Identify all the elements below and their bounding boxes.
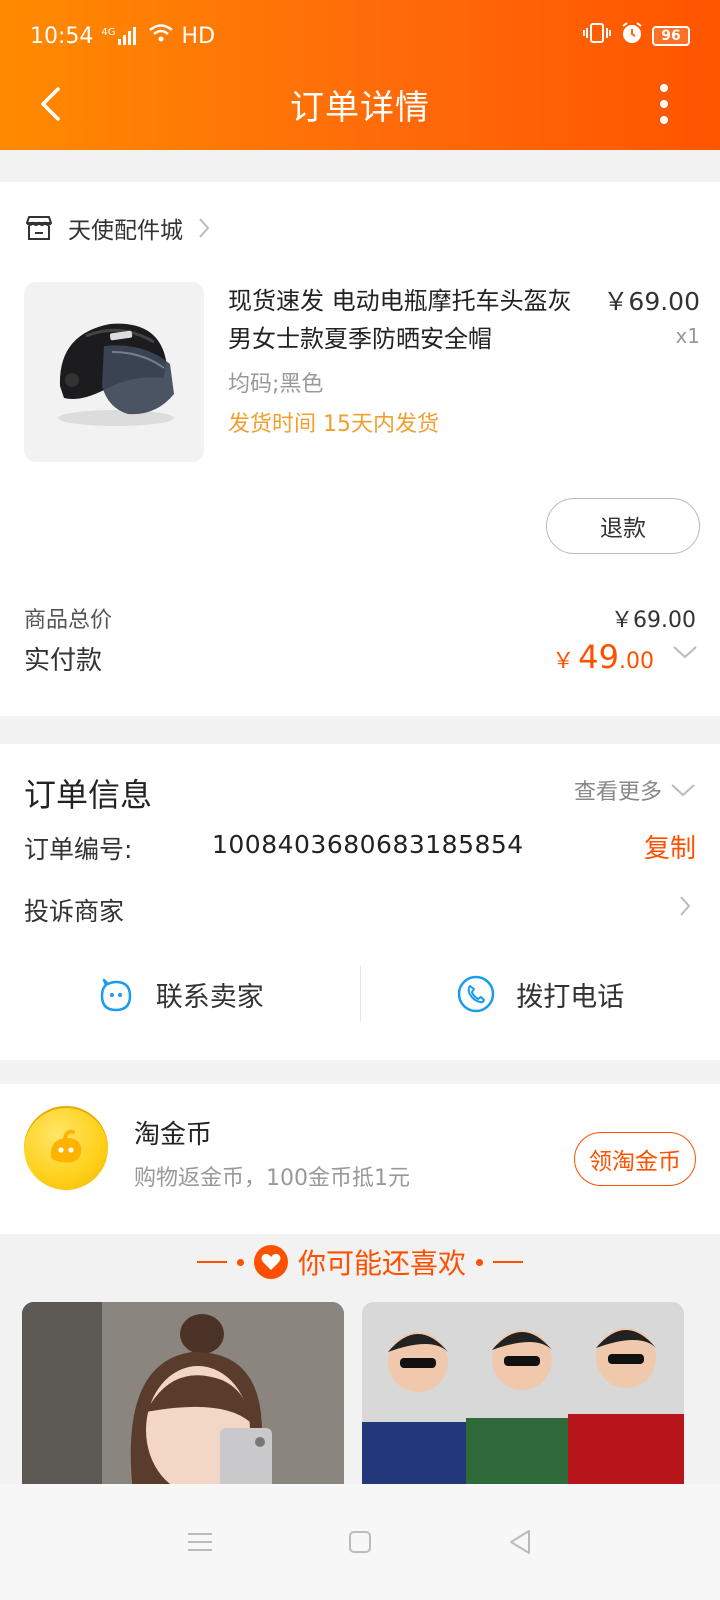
shop-link[interactable]: 天使配件城	[24, 208, 211, 248]
total-price-value: ￥69.00	[611, 608, 696, 633]
order-item-card: 天使配件城 现货速发 电动电瓶摩托车头盔灰男女士款夏季防晒安全帽 ￥69.00 …	[0, 182, 720, 716]
square-icon	[349, 1531, 371, 1553]
chevron-left-icon	[41, 87, 60, 121]
recommend-header: 你可能还喜欢	[0, 1240, 720, 1284]
paid-amount-label: 实付款	[24, 646, 103, 676]
paid-amount-integer: 49	[578, 638, 619, 676]
back-button[interactable]	[30, 84, 70, 124]
contact-seller-button[interactable]: 联系卖家	[0, 964, 360, 1024]
app-header: 10:54 4G HD 96 订单详情	[0, 0, 720, 150]
claim-coins-button[interactable]: 领淘金币	[574, 1132, 696, 1186]
paid-amount-decimal: .00	[619, 649, 654, 674]
woman-photo	[22, 1302, 344, 1502]
wifi-icon	[148, 23, 174, 49]
view-more-label: 查看更多	[573, 780, 662, 805]
complain-merchant-link[interactable]: 投诉商家	[24, 892, 124, 928]
decor-line	[493, 1261, 523, 1263]
alarm-icon	[620, 21, 644, 51]
title-bar: 订单详情	[0, 74, 720, 134]
tao-coin-card: 淘金币 购物返金币，100金币抵1元 领淘金币	[0, 1084, 720, 1234]
chevron-down-icon	[671, 784, 695, 797]
total-price-label: 商品总价	[24, 608, 113, 633]
back-nav-button[interactable]	[500, 1522, 540, 1562]
product-image[interactable]	[24, 282, 204, 462]
battery-indicator: 96	[652, 26, 690, 46]
home-button[interactable]	[340, 1522, 380, 1562]
status-bar: 10:54 4G HD 96	[30, 18, 690, 54]
menu-icon	[188, 1533, 212, 1551]
product-spec: 均码;黑色	[228, 372, 324, 397]
product-title[interactable]: 现货速发 电动电瓶摩托车头盔灰男女士款夏季防晒安全帽	[228, 282, 578, 358]
network-type: 4G	[101, 27, 116, 38]
page-title: 订单详情	[290, 87, 430, 128]
dot	[660, 100, 668, 108]
hd-label: HD	[181, 23, 216, 49]
order-info-card: 订单信息 查看更多 订单编号: 1008403680683185854 复制 投…	[0, 744, 720, 1060]
heart-icon	[253, 1245, 288, 1279]
clock: 10:54	[30, 23, 94, 49]
chevron-down-icon[interactable]	[672, 644, 698, 660]
triangle-back-icon	[510, 1530, 530, 1554]
dot	[660, 84, 668, 92]
signal-icon: 4G	[101, 27, 139, 45]
coin-title: 淘金币	[134, 1120, 213, 1150]
kids-jackets-photo	[362, 1302, 684, 1502]
more-options-button[interactable]	[652, 80, 676, 128]
contact-actions: 联系卖家 拨打电话	[0, 964, 720, 1024]
chat-icon	[100, 978, 131, 1012]
call-label: 拨打电话	[516, 981, 625, 1013]
call-button[interactable]: 拨打电话	[361, 964, 720, 1024]
chevron-right-icon[interactable]	[678, 894, 692, 918]
recommend-title: 你可能还喜欢	[297, 1247, 466, 1280]
order-number-label: 订单编号:	[24, 835, 133, 864]
chevron-right-icon	[199, 218, 210, 238]
product-quantity: x1	[675, 324, 700, 348]
product-price: ￥69.00	[603, 287, 700, 316]
decor-line	[196, 1261, 227, 1263]
copy-button[interactable]: 复制	[644, 828, 696, 865]
menu-button[interactable]	[180, 1522, 220, 1562]
system-nav-bar	[0, 1484, 720, 1600]
recommend-item-image[interactable]	[22, 1302, 344, 1502]
currency-symbol: ￥	[552, 649, 575, 674]
contact-seller-label: 联系卖家	[155, 981, 264, 1013]
helmet-image	[24, 282, 204, 462]
order-info-title: 订单信息	[24, 776, 153, 814]
paid-amount-value[interactable]: ￥ 49 .00	[552, 638, 654, 676]
store-icon	[26, 216, 52, 240]
shipping-time: 发货时间 15天内发货	[228, 412, 439, 437]
vibrate-icon	[582, 22, 612, 50]
decor-dot	[476, 1258, 483, 1266]
coin-subtitle: 购物返金币，100金币抵1元	[134, 1166, 410, 1191]
shop-name: 天使配件城	[68, 218, 183, 244]
phone-icon	[458, 975, 495, 1013]
decor-dot	[236, 1258, 244, 1266]
order-number-value: 1008403680683185854	[212, 830, 524, 859]
view-more-button[interactable]: 查看更多	[574, 774, 696, 806]
recommend-item-image[interactable]	[362, 1302, 684, 1502]
coin-icon	[24, 1106, 108, 1190]
dot	[660, 116, 668, 124]
refund-button[interactable]: 退款	[546, 498, 700, 554]
